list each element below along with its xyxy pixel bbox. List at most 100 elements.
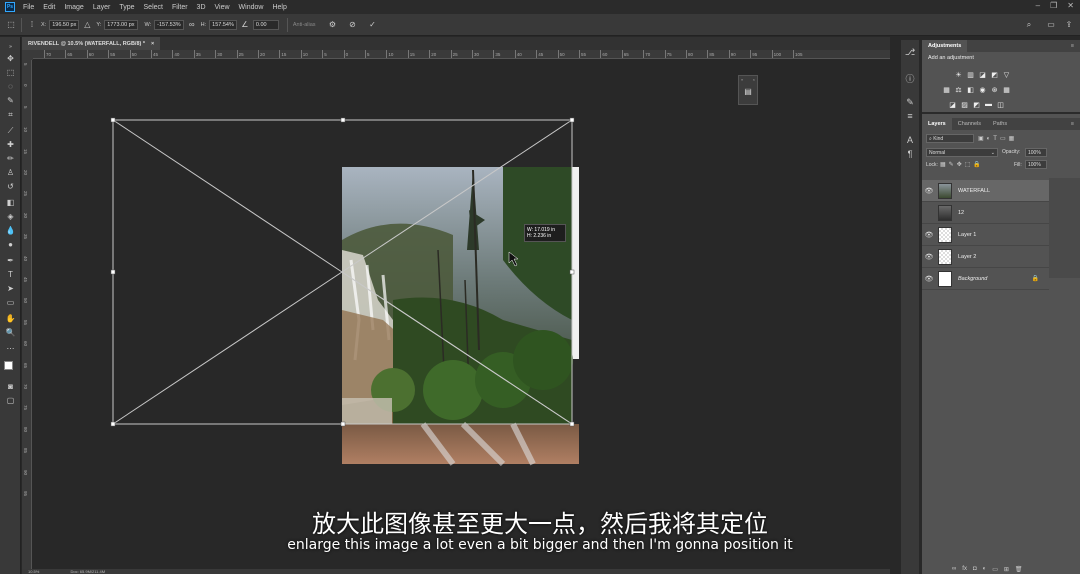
new-adjustment-icon[interactable]: ◐ bbox=[983, 566, 987, 572]
share-icon[interactable]: ⇪ bbox=[1064, 20, 1074, 30]
paragraph-icon[interactable]: ¶ bbox=[904, 148, 916, 160]
menu-window[interactable]: Window bbox=[239, 4, 264, 11]
link-layers-icon[interactable]: ∞ bbox=[952, 566, 956, 572]
healing-tool-icon[interactable]: ✚ bbox=[5, 139, 16, 150]
zoom-tool-icon[interactable]: 🔍 bbox=[5, 327, 16, 338]
selective-color-icon[interactable]: ◫ bbox=[996, 100, 1005, 109]
blur-tool-icon[interactable]: 💧 bbox=[5, 225, 16, 236]
reference-point-icon[interactable]: ⁞ bbox=[27, 20, 37, 30]
visibility-eye-icon[interactable]: 👁 bbox=[922, 187, 936, 195]
lasso-tool-icon[interactable]: ◌ bbox=[5, 81, 16, 92]
w-field[interactable]: -157.53% bbox=[154, 19, 184, 30]
y-field[interactable]: 1773.00 px bbox=[104, 19, 138, 30]
layer-row-background[interactable]: 👁 Background 🔒 bbox=[922, 268, 1049, 290]
layer-filter-icons[interactable]: ▣◐T▭▦ bbox=[978, 135, 1017, 142]
quick-mask-icon[interactable]: ◙ bbox=[5, 381, 16, 392]
more-tools-icon[interactable]: ⋯ bbox=[5, 343, 16, 354]
delete-layer-icon[interactable]: 🗑 bbox=[1015, 566, 1023, 573]
paint-bucket-icon[interactable]: ◈ bbox=[5, 211, 16, 222]
menu-file[interactable]: File bbox=[23, 4, 34, 11]
floating-panel[interactable]: « × ▤ bbox=[738, 75, 758, 105]
collapse-icon[interactable]: » bbox=[5, 41, 16, 52]
new-group-icon[interactable]: ▭ bbox=[992, 566, 998, 573]
channel-mixer-icon[interactable]: ⊛ bbox=[990, 85, 999, 94]
posterize-icon[interactable]: ▨ bbox=[960, 100, 969, 109]
black-white-icon[interactable]: ◧ bbox=[966, 85, 975, 94]
quick-select-tool-icon[interactable]: ✎ bbox=[5, 95, 16, 106]
brush-settings-icon[interactable]: ✎ bbox=[904, 96, 916, 108]
menu-layer[interactable]: Layer bbox=[93, 4, 111, 11]
opacity-field[interactable]: 100% bbox=[1025, 148, 1047, 157]
fx-icon[interactable]: fx bbox=[962, 566, 967, 572]
layer-filter-kind[interactable]: ⌕ Kind bbox=[926, 134, 974, 143]
panel-menu-icon[interactable]: ≡ bbox=[1071, 43, 1074, 49]
ruler-horizontal[interactable]: 70 65 60 55 50 45 40 35 30 25 20 15 10 5 0 5 10 15 20 25 30 3… bbox=[32, 50, 890, 59]
move-tool-icon[interactable]: ✥ bbox=[5, 53, 16, 64]
menu-type[interactable]: Type bbox=[119, 4, 134, 11]
commit-transform-icon[interactable]: ✓ bbox=[368, 20, 378, 30]
lock-icons[interactable]: ▦✎✥⬚🔒 bbox=[940, 161, 984, 168]
invert-icon[interactable]: ◪ bbox=[948, 100, 957, 109]
foreground-color-swatch[interactable] bbox=[4, 361, 13, 370]
levels-icon[interactable]: ▥ bbox=[966, 70, 975, 79]
screen-mode-icon[interactable]: ▢ bbox=[5, 395, 16, 406]
dodge-tool-icon[interactable]: ● bbox=[5, 239, 16, 250]
color-lookup-icon[interactable]: ▦ bbox=[1002, 85, 1011, 94]
transform-tool-icon[interactable]: ⬚ bbox=[6, 20, 16, 30]
type-tool-icon[interactable]: T bbox=[5, 269, 16, 280]
brush-tool-icon[interactable]: ✏ bbox=[5, 153, 16, 164]
search-icon[interactable]: ⌕ bbox=[1024, 20, 1034, 30]
info-icon[interactable]: ⓘ bbox=[904, 72, 916, 84]
zoom-level[interactable]: 10.5% bbox=[28, 569, 39, 574]
visibility-eye-icon[interactable]: 👁 bbox=[922, 275, 936, 283]
shape-tool-icon[interactable]: ▭ bbox=[5, 297, 16, 308]
marquee-tool-icon[interactable]: ⬚ bbox=[5, 67, 16, 78]
curves-icon[interactable]: ◪ bbox=[978, 70, 987, 79]
visibility-eye-icon[interactable]: 👁 bbox=[922, 231, 936, 239]
ruler-vertical[interactable]: 5 0 5 10 15 20 25 30 35 40 45 50 55 60 65 70 75 80 85 90 95 bbox=[22, 59, 32, 571]
properties-icon[interactable]: ▤ bbox=[743, 87, 753, 97]
stamp-tool-icon[interactable]: ♙ bbox=[5, 167, 16, 178]
layer-row-layer-1[interactable]: 👁 Layer 1 bbox=[922, 224, 1049, 246]
minimize-icon[interactable]: – bbox=[1036, 1, 1040, 10]
path-select-icon[interactable]: ➤ bbox=[5, 283, 16, 294]
ruler-origin[interactable] bbox=[22, 50, 33, 60]
menu-help[interactable]: Help bbox=[272, 4, 286, 11]
menu-filter[interactable]: Filter bbox=[172, 4, 188, 11]
canvas-area[interactable] bbox=[33, 60, 890, 571]
cancel-transform-icon[interactable]: ⊘ bbox=[348, 20, 358, 30]
eyedropper-tool-icon[interactable]: ⟋ bbox=[5, 125, 16, 136]
panel-close-icon[interactable]: × bbox=[753, 77, 755, 82]
workspace-icon[interactable]: ▭ bbox=[1046, 20, 1056, 30]
restore-icon[interactable]: ❐ bbox=[1050, 1, 1057, 10]
fill-field[interactable]: 100% bbox=[1025, 160, 1047, 169]
tab-channels[interactable]: Channels bbox=[952, 118, 987, 130]
menu-select[interactable]: Select bbox=[144, 4, 163, 11]
panel-expand-icon[interactable]: « bbox=[741, 77, 743, 82]
vibrance-icon[interactable]: ▽ bbox=[1002, 70, 1011, 79]
triangle-icon[interactable]: △ bbox=[82, 20, 92, 30]
properties-sliders-icon[interactable]: ≡ bbox=[904, 110, 916, 122]
hand-tool-icon[interactable]: ✋ bbox=[5, 313, 16, 324]
warp-icon[interactable]: ⚙ bbox=[328, 20, 338, 30]
layer-row-layer-2[interactable]: 👁 Layer 2 bbox=[922, 246, 1049, 268]
blend-mode-select[interactable]: Normal ⌄ bbox=[926, 148, 998, 157]
exposure-icon[interactable]: ◩ bbox=[990, 70, 999, 79]
menu-edit[interactable]: Edit bbox=[43, 4, 55, 11]
interpolation-label[interactable]: Anti-alias bbox=[293, 22, 316, 28]
h-field[interactable]: 157.54% bbox=[209, 19, 237, 30]
link-icon[interactable]: ∞ bbox=[187, 20, 197, 30]
tab-layers[interactable]: Layers bbox=[922, 118, 952, 130]
document-tab[interactable]: RIVENDELL @ 10.5% (WATERFALL, RGB/8) * × bbox=[22, 37, 161, 50]
close-tab-icon[interactable]: × bbox=[151, 41, 154, 47]
brightness-icon[interactable]: ☀ bbox=[954, 70, 963, 79]
angle-field[interactable]: 0.00 bbox=[252, 19, 279, 30]
threshold-icon[interactable]: ◩ bbox=[972, 100, 981, 109]
hue-saturation-icon[interactable]: ▦ bbox=[942, 85, 951, 94]
eraser-tool-icon[interactable]: ◧ bbox=[5, 197, 16, 208]
crop-tool-icon[interactable]: ⌗ bbox=[5, 109, 16, 120]
character-icon[interactable]: A bbox=[904, 134, 916, 146]
gradient-map-icon[interactable]: ▬ bbox=[984, 100, 993, 109]
close-icon[interactable]: ✕ bbox=[1067, 1, 1074, 10]
new-layer-icon[interactable]: ⊞ bbox=[1004, 566, 1009, 573]
